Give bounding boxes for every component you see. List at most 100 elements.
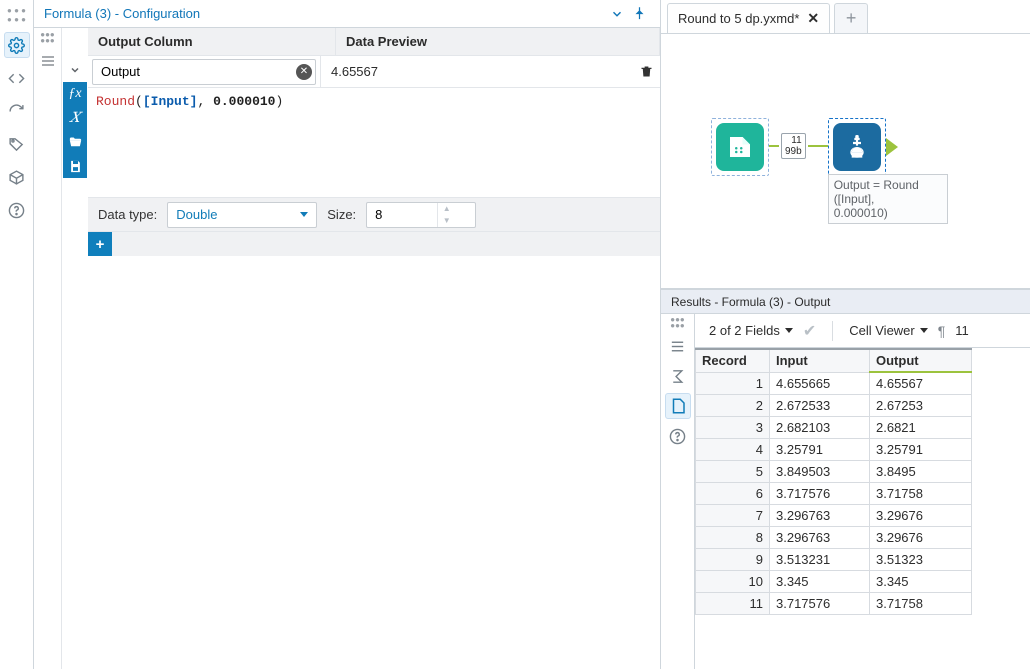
chevron-down-icon xyxy=(300,212,308,217)
cell-input: 3.296763 xyxy=(770,505,870,527)
data-view-icon[interactable] xyxy=(665,393,691,419)
size-up-icon[interactable]: ▲ xyxy=(438,203,455,215)
save-button[interactable] xyxy=(63,154,87,178)
cell-input: 3.717576 xyxy=(770,483,870,505)
help-tab-icon[interactable] xyxy=(4,197,30,223)
size-label: Size: xyxy=(327,207,356,222)
cell-record: 5 xyxy=(696,461,770,483)
table-row[interactable]: 63.7175763.71758 xyxy=(696,483,972,505)
config-tab-icon[interactable] xyxy=(4,32,30,58)
add-expression-button[interactable]: + xyxy=(88,232,112,256)
cell-record: 6 xyxy=(696,483,770,505)
table-row[interactable]: 43.257913.25791 xyxy=(696,439,972,461)
badge-rows: 11 xyxy=(791,135,801,146)
whitespace-toggle-icon[interactable]: ¶ xyxy=(938,323,946,339)
fx-button[interactable]: ƒx xyxy=(63,82,87,106)
viewer-dropdown[interactable]: Cell Viewer xyxy=(849,323,928,338)
data-type-dropdown[interactable]: Double xyxy=(167,202,317,228)
cell-input: 2.672533 xyxy=(770,395,870,417)
left-tool-rail: ● ● ●● ● ● xyxy=(0,0,34,669)
clear-output-column-icon[interactable]: ✕ xyxy=(296,64,312,80)
open-button[interactable] xyxy=(63,130,87,154)
cell-record: 10 xyxy=(696,571,770,593)
table-row[interactable]: 83.2967633.29676 xyxy=(696,527,972,549)
results-title: Results - Formula (3) - Output xyxy=(661,290,1030,314)
table-row[interactable]: 113.7175763.71758 xyxy=(696,593,972,615)
row-limit: 11 xyxy=(955,323,969,338)
collapse-button[interactable] xyxy=(606,4,628,24)
col-record[interactable]: Record xyxy=(696,349,770,372)
col-input[interactable]: Input xyxy=(770,349,870,372)
cell-record: 9 xyxy=(696,549,770,571)
cell-record: 8 xyxy=(696,527,770,549)
cell-record: 11 xyxy=(696,593,770,615)
fields-dropdown[interactable]: 2 of 2 Fields xyxy=(709,323,793,338)
cell-record: 3 xyxy=(696,417,770,439)
output-column-header: Output Column xyxy=(88,28,336,55)
formula-area: Output Column Data Preview ✕ 4.65567 Rou… xyxy=(88,28,660,669)
output-column-input[interactable] xyxy=(92,59,316,85)
app-root: ● ● ●● ● ● Formula (3) - Configuration xyxy=(0,0,1030,669)
cell-output: 3.51323 xyxy=(870,549,972,571)
expression-toolbar: ●●●●●● xyxy=(34,28,62,669)
new-tab-button[interactable]: + xyxy=(834,3,868,33)
output-anchor-icon[interactable] xyxy=(886,138,898,156)
data-type-label: Data type: xyxy=(98,207,157,222)
table-row[interactable]: 22.6725332.67253 xyxy=(696,395,972,417)
cell-record: 2 xyxy=(696,395,770,417)
size-down-icon[interactable]: ▼ xyxy=(438,215,455,227)
input-tool-icon xyxy=(716,123,764,171)
connector[interactable]: 11 99b xyxy=(769,118,828,174)
code-fn: Round xyxy=(96,94,135,109)
results-toolbar: 2 of 2 Fields ✔ Cell Viewer ¶ 11 xyxy=(695,314,1030,348)
config-title-bar: Formula (3) - Configuration xyxy=(34,0,660,28)
table-row[interactable]: 53.8495033.8495 xyxy=(696,461,972,483)
cell-input: 3.345 xyxy=(770,571,870,593)
cell-output: 3.29676 xyxy=(870,505,972,527)
cell-record: 4 xyxy=(696,439,770,461)
tag-tab-icon[interactable] xyxy=(4,131,30,157)
fields-summary: 2 of 2 Fields xyxy=(709,323,780,338)
refresh-tab-icon[interactable] xyxy=(4,98,30,124)
table-row[interactable]: 32.6821032.6821 xyxy=(696,417,972,439)
cell-input: 3.25791 xyxy=(770,439,870,461)
size-input[interactable] xyxy=(367,207,437,222)
results-help-icon[interactable] xyxy=(665,423,691,449)
package-tab-icon[interactable] xyxy=(4,164,30,190)
input-tool-node[interactable] xyxy=(711,118,769,176)
sum-view-icon[interactable] xyxy=(665,363,691,389)
cell-output: 4.65567 xyxy=(870,372,972,395)
messages-view-icon[interactable] xyxy=(665,333,691,359)
table-row[interactable]: 14.6556654.65567 xyxy=(696,372,972,395)
apply-icon[interactable]: ✔ xyxy=(803,321,816,341)
table-row[interactable]: 103.3453.345 xyxy=(696,571,972,593)
cell-output: 3.345 xyxy=(870,571,972,593)
workflow-tab-strip: Round to 5 dp.yxmd* ✕ + xyxy=(661,0,1030,34)
cell-output: 3.25791 xyxy=(870,439,972,461)
preview-value: 4.65567 xyxy=(320,56,632,87)
cell-input: 2.682103 xyxy=(770,417,870,439)
cell-output: 3.8495 xyxy=(870,461,972,483)
close-tab-icon[interactable]: ✕ xyxy=(807,10,819,27)
table-row[interactable]: 93.5132313.51323 xyxy=(696,549,972,571)
results-grid[interactable]: Record Input Output 14.6556654.6556722.6… xyxy=(695,348,1030,669)
workflow-tab-label: Round to 5 dp.yxmd* xyxy=(678,11,799,26)
cell-record: 7 xyxy=(696,505,770,527)
list-view-icon[interactable] xyxy=(36,49,60,73)
pin-button[interactable] xyxy=(628,4,650,24)
cell-input: 3.717576 xyxy=(770,593,870,615)
expression-editor[interactable]: Round([Input], 0.000010) xyxy=(88,88,660,198)
expression-side-buttons: ƒx 𝑋 xyxy=(62,28,88,669)
formula-tool-node[interactable] xyxy=(828,118,886,176)
size-stepper[interactable]: ▲ ▼ xyxy=(366,202,476,228)
delete-expression-icon[interactable] xyxy=(632,64,660,79)
col-output[interactable]: Output xyxy=(870,349,972,372)
cell-record: 1 xyxy=(696,372,770,395)
config-title: Formula (3) - Configuration xyxy=(44,6,200,21)
workflow-tab[interactable]: Round to 5 dp.yxmd* ✕ xyxy=(667,3,830,33)
variable-button[interactable]: 𝑋 xyxy=(63,106,87,130)
expand-row-icon[interactable] xyxy=(63,58,87,82)
table-row[interactable]: 73.2967633.29676 xyxy=(696,505,972,527)
xml-tab-icon[interactable] xyxy=(4,65,30,91)
workflow-canvas[interactable]: 11 99b Output = Round xyxy=(661,34,1030,289)
